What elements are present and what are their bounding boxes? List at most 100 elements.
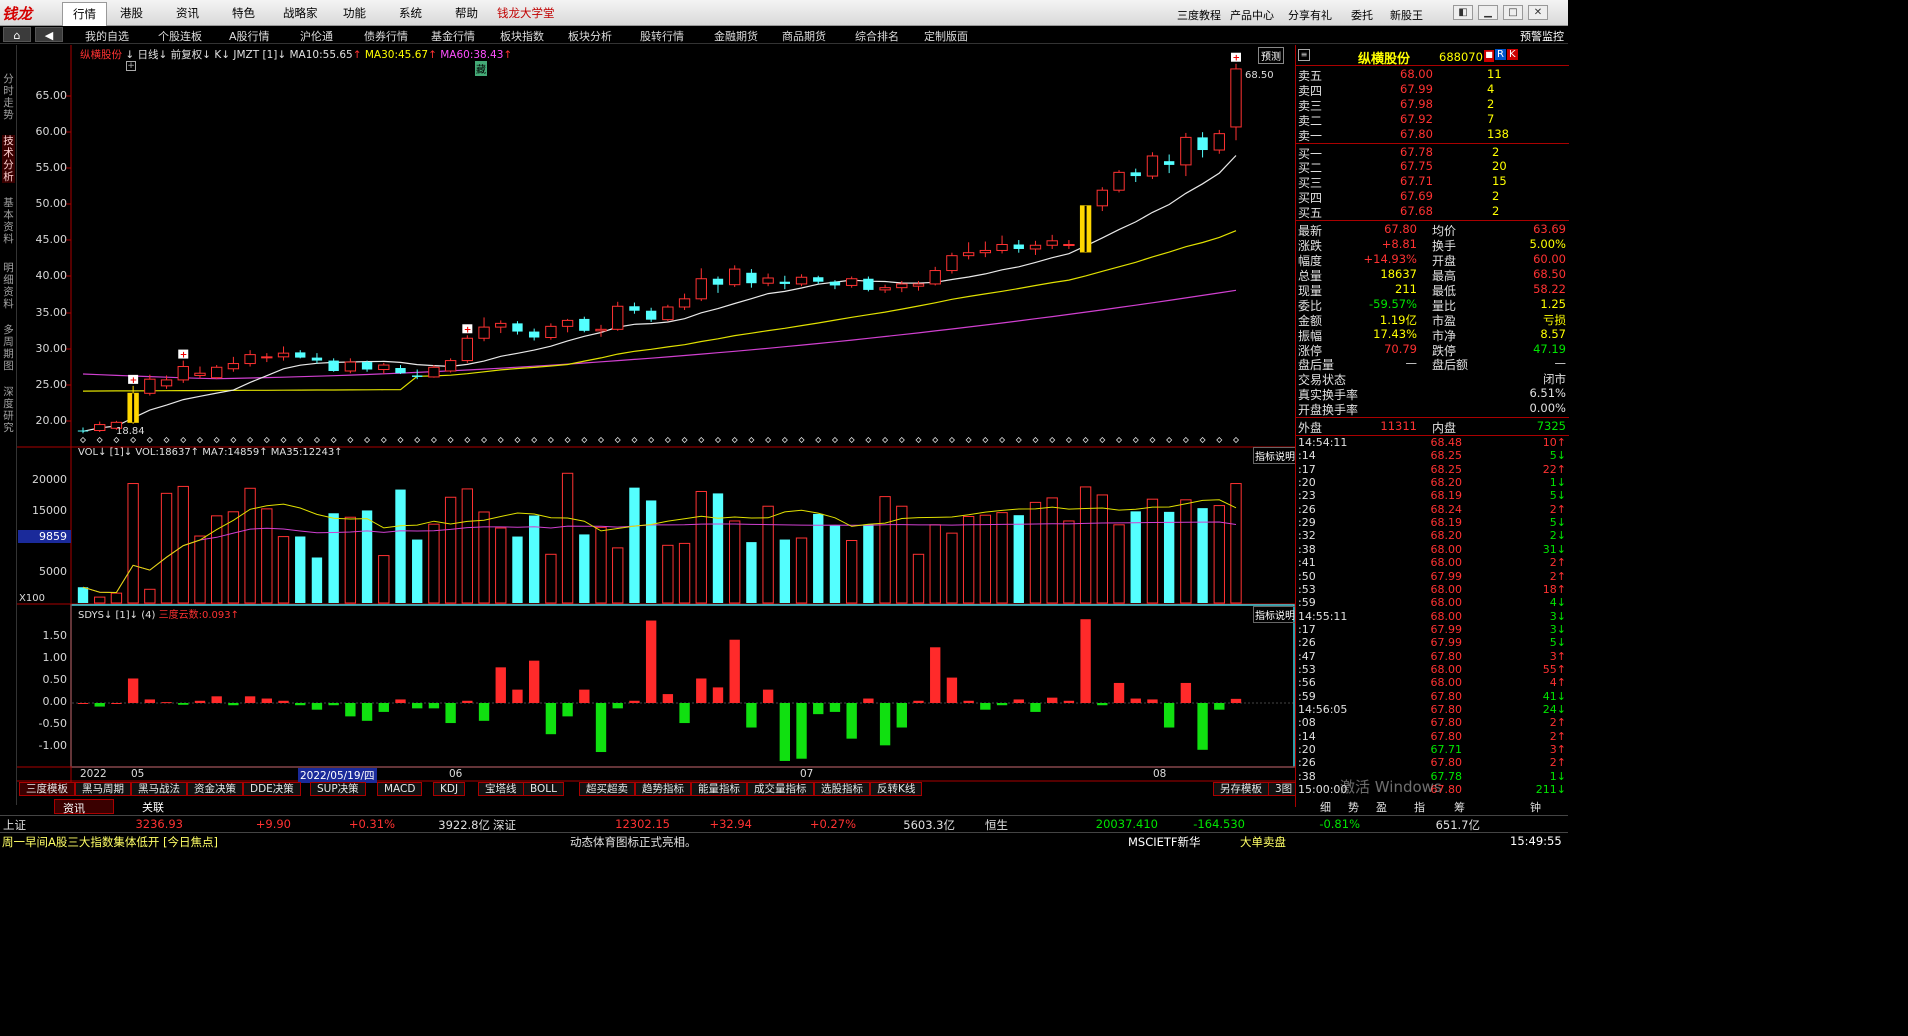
indicator-tab-4[interactable]: DDE决策 xyxy=(243,782,301,796)
restore-down-icon[interactable]: ◧ xyxy=(1453,5,1473,20)
toolbar-item-8[interactable]: 股转行情 xyxy=(640,28,684,44)
toolbar-item-7[interactable]: 板块分析 xyxy=(568,28,612,44)
index-price: 3236.93 xyxy=(135,817,183,831)
alert-monitor-button[interactable]: 预警监控 xyxy=(1520,28,1564,44)
sub-tab-0[interactable]: 资讯 xyxy=(54,799,114,815)
toolbar-item-9[interactable]: 金融期货 xyxy=(714,28,758,44)
quote-tab-5[interactable]: 钟 xyxy=(1530,799,1541,815)
quote-tab-4[interactable]: 筹 xyxy=(1454,799,1465,815)
menu-3[interactable]: 特色 xyxy=(232,5,255,21)
indicator-tab-15[interactable]: 反转K线 xyxy=(870,782,923,796)
toolbar-item-11[interactable]: 综合排名 xyxy=(855,28,899,44)
toolbar-item-12[interactable]: 定制版面 xyxy=(924,28,968,44)
quote-tab-1[interactable]: 势 xyxy=(1348,799,1359,815)
sdys-explain-button[interactable]: 指标说明 xyxy=(1253,606,1297,623)
home-icon[interactable]: ⌂ xyxy=(3,27,31,42)
toolbar-item-6[interactable]: 板块指数 xyxy=(500,28,544,44)
quote-tab-3[interactable]: 指 xyxy=(1414,799,1425,815)
menu-8[interactable]: 钱龙大学堂 xyxy=(497,5,555,21)
top-right-link-0[interactable]: 三度教程 xyxy=(1177,7,1221,23)
sub-tab-1[interactable]: 关联 xyxy=(134,799,194,814)
menu-0[interactable]: 行情 xyxy=(62,2,107,26)
panel-menu-icon[interactable]: ≡ xyxy=(1298,49,1310,61)
quote-badge-k[interactable]: K xyxy=(1507,49,1518,60)
etf-label[interactable]: MSCIETF新华 xyxy=(1128,834,1201,850)
hide-marker[interactable]: 藏 xyxy=(475,61,487,76)
indicator-tab-7[interactable]: KDJ xyxy=(433,782,466,796)
jmzt-selector[interactable]: JMZT xyxy=(233,49,259,61)
top-right-link-4[interactable]: 新股王 xyxy=(1390,7,1423,23)
index-name[interactable]: 恒生 xyxy=(985,817,1008,833)
close-icon[interactable]: ✕ xyxy=(1528,5,1548,20)
index-change: -164.530 xyxy=(1193,817,1245,831)
toolbar-item-5[interactable]: 基金行情 xyxy=(431,28,475,44)
toolbar-item-10[interactable]: 商品期货 xyxy=(782,28,826,44)
toolbar-item-0[interactable]: 我的自选 xyxy=(85,28,129,44)
stat-value: 亏损 xyxy=(1543,313,1566,327)
top-right-link-3[interactable]: 委托 xyxy=(1351,7,1373,23)
info-badge-icon[interactable]: ■ xyxy=(1484,50,1494,62)
indicator-tab-2[interactable]: 黑马战法 xyxy=(131,782,187,796)
tick-volume: 3↑ xyxy=(1549,743,1566,757)
menu-6[interactable]: 系统 xyxy=(399,5,422,21)
indicator-tab-10[interactable]: 超买超卖 xyxy=(579,782,635,796)
quote-tab-0[interactable]: 细 xyxy=(1320,799,1331,815)
left-nav-4[interactable]: 多周期图 xyxy=(2,324,15,372)
signal-dot xyxy=(698,436,705,444)
toolbar-item-1[interactable]: 个股连板 xyxy=(158,28,202,44)
volume-bar-down xyxy=(813,513,824,603)
quote-tab-2[interactable]: 盈 xyxy=(1376,799,1387,815)
left-nav-3[interactable]: 明细资料 xyxy=(2,262,15,310)
tick-volume: 2↑ xyxy=(1549,502,1566,516)
menu-2[interactable]: 资讯 xyxy=(176,5,199,21)
toolbar-item-3[interactable]: 沪伦通 xyxy=(300,28,333,44)
back-arrow-icon[interactable]: ◀ xyxy=(35,27,63,42)
toolbar-item-4[interactable]: 债券行情 xyxy=(364,28,408,44)
index-name[interactable]: 上证 xyxy=(3,817,26,833)
menu-1[interactable]: 港股 xyxy=(120,5,143,21)
menu-7[interactable]: 帮助 xyxy=(455,5,478,21)
menu-4[interactable]: 战略家 xyxy=(283,5,318,21)
top-right-link-1[interactable]: 产品中心 xyxy=(1230,7,1274,23)
signal-dot xyxy=(898,436,905,444)
indicator-tab-12[interactable]: 能量指标 xyxy=(691,782,747,796)
index-amount: 5603.3亿 xyxy=(903,818,955,832)
news-headline[interactable]: 周一早间A股三大指数集体低开 [今日焦点] xyxy=(2,834,218,850)
maximize-icon[interactable]: □ xyxy=(1503,5,1523,20)
forecast-button[interactable]: 预测 xyxy=(1258,47,1284,64)
candle-up xyxy=(261,356,273,359)
adjust-selector[interactable]: 前复权 xyxy=(171,49,203,61)
minimize-icon[interactable]: ▁ xyxy=(1478,5,1498,20)
stock-chart[interactable]: + + + + xyxy=(17,45,1295,782)
save-template-button[interactable]: 另存模板 xyxy=(1213,782,1269,796)
quote-badge-r[interactable]: R xyxy=(1495,49,1506,60)
volume-explain-button[interactable]: 指标说明 xyxy=(1253,447,1297,464)
big-order-label[interactable]: 大单卖盘 xyxy=(1240,834,1286,850)
candle-up xyxy=(1230,68,1242,128)
indicator-tab-9[interactable]: BOLL xyxy=(523,782,564,796)
indicator-tab-0[interactable]: 三度模板 xyxy=(19,782,75,796)
sdys-bar-positive xyxy=(696,678,707,703)
top-right-link-2[interactable]: 分享有礼 xyxy=(1288,7,1332,23)
indicator-tab-11[interactable]: 趋势指标 xyxy=(635,782,691,796)
indicator-tab-3[interactable]: 资金决策 xyxy=(187,782,243,796)
sdys-bar-positive xyxy=(512,689,523,703)
expand-icon[interactable]: + xyxy=(126,61,136,71)
indicator-tab-5[interactable]: SUP决策 xyxy=(310,782,366,796)
left-nav-0[interactable]: 分时走势 xyxy=(2,73,15,121)
toolbar-item-2[interactable]: A股行情 xyxy=(229,28,270,44)
candle-down xyxy=(295,352,306,358)
indicator-tab-1[interactable]: 黑马周期 xyxy=(75,782,131,796)
period-selector[interactable]: 日线 xyxy=(138,49,159,61)
indicator-tab-13[interactable]: 成交量指标 xyxy=(747,782,814,796)
indicator-tab-14[interactable]: 选股指标 xyxy=(814,782,870,796)
left-nav-5[interactable]: 深度研究 xyxy=(2,386,15,434)
indicator-tab-8[interactable]: 宝塔线 xyxy=(478,782,524,796)
index-name[interactable]: 深证 xyxy=(493,817,516,833)
signal-dot xyxy=(965,436,972,444)
indicator-tab-6[interactable]: MACD xyxy=(377,782,423,796)
menu-5[interactable]: 功能 xyxy=(343,5,366,21)
sdys-bar-negative xyxy=(829,703,841,712)
left-nav-2[interactable]: 基本资料 xyxy=(2,197,15,245)
left-nav-1[interactable]: 技术分析 xyxy=(2,135,15,183)
